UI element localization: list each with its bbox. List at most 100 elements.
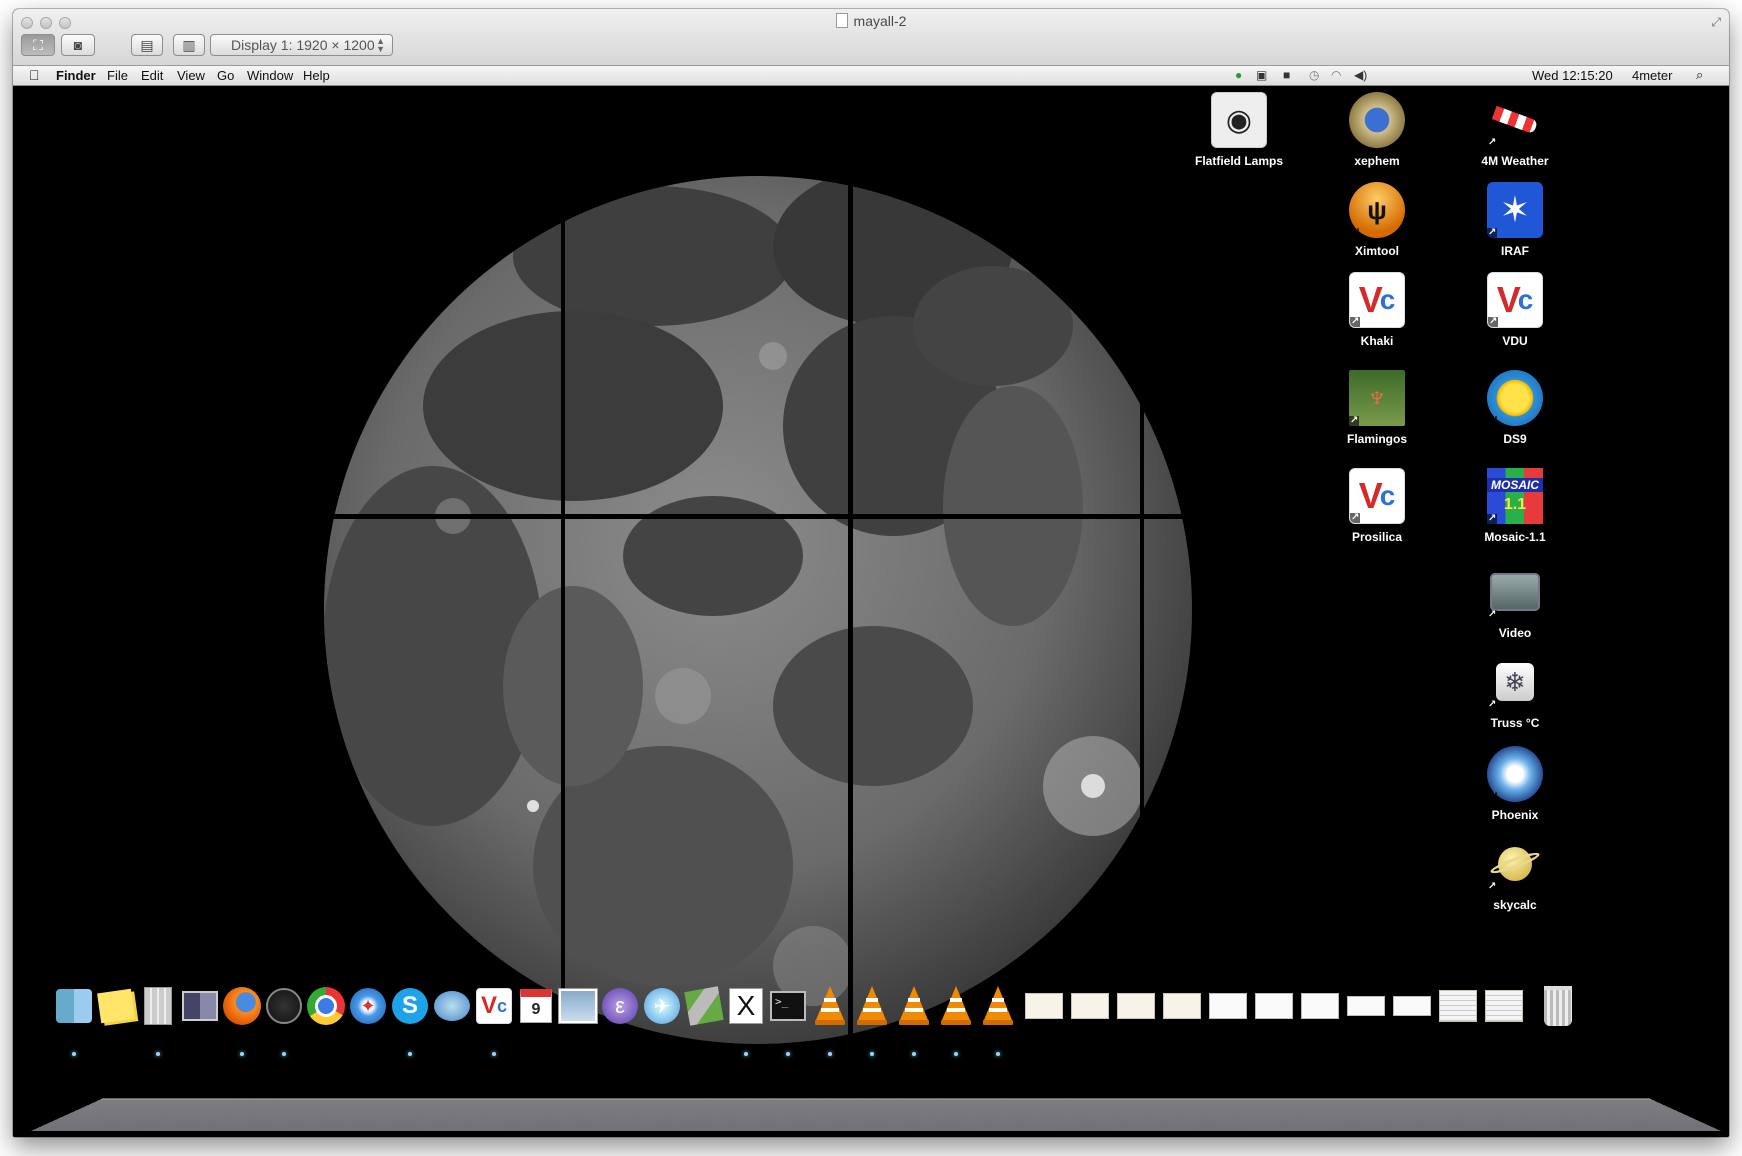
mosaic-gap-center [848, 86, 853, 1066]
desktop-icon-label: Khaki [1360, 334, 1394, 348]
desktop-icon-video[interactable]: ↗ Video [1465, 564, 1565, 640]
dock-minimized-window[interactable] [1299, 985, 1341, 1027]
dock-emacs[interactable]: ε [599, 985, 641, 1027]
dock-minimized-window[interactable] [1391, 985, 1433, 1027]
dock-minimized-window[interactable] [1437, 985, 1479, 1027]
desktop-icon-flamingos[interactable]: ♆ ↗ Flamingos [1327, 370, 1427, 446]
menu-edit[interactable]: Edit [141, 68, 163, 83]
windsock-icon: ↗ [1487, 92, 1543, 148]
menu-bar:  Finder File Edit View Go Window Help ●… [13, 66, 1729, 86]
dock-script-editor[interactable] [683, 985, 725, 1027]
dock-stickies[interactable] [95, 985, 137, 1027]
dock-vlc-3[interactable] [893, 985, 935, 1027]
menu-window[interactable]: Window [247, 68, 293, 83]
dock-x11[interactable]: X [725, 985, 767, 1027]
desktop-icon-label: IRAF [1501, 244, 1529, 258]
desktop-icon-skycalc[interactable]: ↗ skycalc [1465, 836, 1565, 912]
alias-arrow-icon: ↗ [1488, 316, 1499, 327]
snowflake-icon: ❄ ↗ [1487, 654, 1543, 710]
window-thumbnail [1117, 993, 1155, 1019]
dock-dashboard[interactable] [179, 985, 221, 1027]
volume-icon[interactable]: ◀) [1354, 68, 1367, 82]
dock-minimized-window[interactable] [1253, 985, 1295, 1027]
chat-bubble-icon [434, 991, 470, 1021]
dock-messages[interactable] [431, 985, 473, 1027]
dock-trash[interactable] [1537, 985, 1579, 1027]
dock-preview[interactable] [557, 985, 599, 1027]
dock-vlc-5[interactable] [977, 985, 1019, 1027]
dock-finder[interactable] [53, 985, 95, 1027]
spotlight-search-icon[interactable]: ⌕ [1696, 67, 1703, 83]
menubar-clock[interactable]: Wed 12:15:20 [1532, 68, 1613, 83]
desktop-icon-vdu[interactable]: Vc ↗ VDU [1465, 272, 1565, 348]
desktop-icon-4m-weather[interactable]: ↗ 4M Weather [1465, 92, 1565, 168]
desktop-icon-label: 4M Weather [1481, 154, 1549, 168]
tv-icon: ↗ [1487, 564, 1543, 620]
dock-vlc-1[interactable] [809, 985, 851, 1027]
window-title: mayall-2 [853, 13, 907, 29]
dock-minimized-window[interactable] [1115, 985, 1157, 1027]
screenshot-button[interactable]: ◙ [61, 34, 95, 56]
photos-icon [559, 989, 597, 1023]
script-editor-icon [684, 986, 724, 1026]
wifi-icon[interactable]: ◠ [1331, 68, 1341, 82]
fullscreen-icon[interactable]: ⤢ [1711, 15, 1721, 30]
dock-calculator[interactable] [137, 985, 179, 1027]
menu-go[interactable]: Go [217, 68, 234, 83]
time-machine-icon[interactable]: ◷ [1309, 68, 1319, 82]
send-clipboard-button[interactable]: ▥ [173, 34, 205, 56]
desktop-icon-truss[interactable]: ❄ ↗ Truss °C [1465, 654, 1565, 730]
menu-finder[interactable]: Finder [56, 68, 96, 83]
desktop-icon-xephem[interactable]: xephem [1327, 92, 1427, 168]
menu-file[interactable]: File [107, 68, 128, 83]
desktop-icon-label: Mosaic-1.1 [1484, 530, 1546, 544]
desktop-icon-khaki[interactable]: Vc ↗ Khaki [1327, 272, 1427, 348]
desktop-icon-ds9[interactable]: ↗ DS9 [1465, 370, 1565, 446]
dock-calendar[interactable]: 9 [515, 985, 557, 1027]
fit-screen-button[interactable]: ⛶ [21, 34, 55, 56]
menu-view[interactable]: View [177, 68, 205, 83]
dock-minimized-window[interactable] [1345, 985, 1387, 1027]
desktop-icon-label: Phoenix [1491, 808, 1539, 822]
alias-arrow-icon: ↗ [1487, 609, 1498, 620]
dock-minimized-window[interactable] [1207, 985, 1249, 1027]
dock-minimized-window[interactable] [1161, 985, 1203, 1027]
compass-icon: ✦ [350, 988, 386, 1024]
desktop-icon-ximtool[interactable]: ψ ↗ Ximtool [1327, 182, 1427, 258]
desktop-icon-flatfield-lamps[interactable]: ◉ Flatfield Lamps [1189, 92, 1289, 168]
send-clipboard-icon: ▥ [182, 36, 196, 53]
dock-minimized-window[interactable] [1483, 985, 1525, 1027]
dock-vlc-4[interactable] [935, 985, 977, 1027]
desktop-icon-label: Truss °C [1490, 716, 1540, 730]
dock-vlc-2[interactable] [851, 985, 893, 1027]
menubar-user[interactable]: 4meter [1632, 68, 1672, 83]
dock-terminal[interactable]: >_ [767, 985, 809, 1027]
desktop-icon-phoenix[interactable]: ↗ Phoenix [1465, 746, 1565, 822]
window-thumbnail [1347, 996, 1385, 1016]
menu-help[interactable]: Help [303, 68, 330, 83]
dock-safari[interactable]: ✦ [347, 985, 389, 1027]
get-clipboard-button[interactable]: ▤ [131, 34, 163, 56]
vnc-icon: Vc ↗ [1487, 272, 1543, 328]
desktop-icon-mosaic[interactable]: MOSAIC 1.1 ↗ Mosaic-1.1 [1465, 468, 1565, 544]
screen-sharing-status-icon[interactable]: ▣ [1256, 68, 1267, 82]
dock-chrome[interactable] [305, 985, 347, 1027]
alias-arrow-icon: ↗ [1349, 415, 1360, 426]
desktop-icon-label: Ximtool [1355, 244, 1399, 258]
desktop: ◉ Flatfield Lamps xephem ↗ 4M Weather ψ … [13, 86, 1729, 1137]
dock-mail[interactable]: ✈ [641, 985, 683, 1027]
desktop-icon-prosilica[interactable]: Vc ↗ Prosilica [1327, 468, 1427, 544]
dock-firefox[interactable] [221, 985, 263, 1027]
sync-status-icon[interactable]: ● [1235, 68, 1242, 82]
vlc-cone-icon [981, 986, 1015, 1026]
desktop-icon-iraf[interactable]: ✶ ↗ IRAF [1465, 182, 1565, 258]
dock-activity-monitor[interactable] [263, 985, 305, 1027]
keyboard-status-icon[interactable]: ■ [1283, 68, 1290, 82]
dock-skype[interactable]: S [389, 985, 431, 1027]
dock-vnc[interactable]: Vc [473, 985, 515, 1027]
display-select[interactable]: Display 1: 1920 × 1200 ▲ ▼ [210, 34, 393, 56]
desktop-icon-label: skycalc [1493, 898, 1537, 912]
apple-menu-icon[interactable]:  [29, 67, 40, 83]
dock-minimized-window[interactable] [1023, 985, 1065, 1027]
dock-minimized-window[interactable] [1069, 985, 1111, 1027]
